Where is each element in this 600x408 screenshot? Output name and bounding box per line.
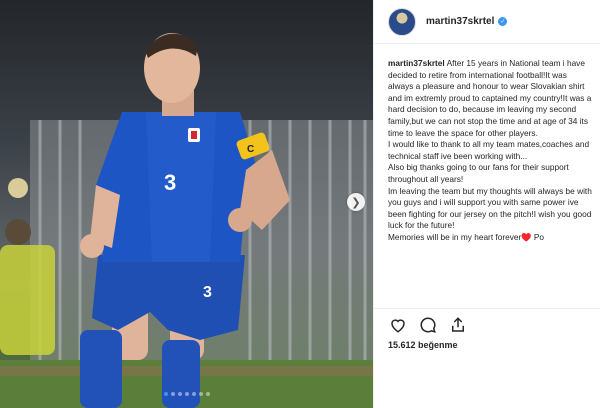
carousel-indicator: [0, 392, 373, 396]
comment-icon[interactable]: [418, 315, 438, 335]
instagram-post: 3 3 C ❯ martin37skrtel ✓ martin37skrtel …: [0, 0, 600, 408]
carousel-dot: [184, 392, 189, 396]
carousel-dot: [177, 392, 182, 396]
captain-band-letter: C: [247, 144, 254, 155]
carousel-dot: [198, 392, 203, 396]
chevron-right-icon: ❯: [351, 195, 361, 209]
heart-icon[interactable]: [388, 315, 408, 335]
carousel-dot: [163, 392, 168, 396]
post-header: martin37skrtel ✓: [374, 0, 600, 44]
carousel-next-button[interactable]: ❯: [347, 193, 365, 211]
post-caption: martin37skrtel After 15 years in Nationa…: [388, 58, 594, 306]
caption-paragraph: Im leaving the team but my thoughts will…: [388, 185, 592, 231]
avatar[interactable]: [388, 7, 416, 36]
caption-paragraph: Also big thanks going to our fans for th…: [388, 162, 569, 184]
carousel-dot: [170, 392, 175, 396]
caption-text: After 15 years in National team i have d…: [388, 58, 592, 138]
player-photo-illustration: 3 3 C: [0, 33, 373, 408]
likes-count[interactable]: 15.612 beğenme: [388, 340, 458, 350]
share-icon[interactable]: [448, 315, 468, 335]
caption-paragraph: martin37skrtel After 15 years in Nationa…: [388, 58, 594, 139]
username-link[interactable]: martin37skrtel: [426, 16, 494, 27]
shirt-number: 3: [164, 170, 176, 195]
caption-username[interactable]: martin37skrtel: [388, 58, 445, 68]
post-actions: [388, 315, 468, 335]
post-sidebar: martin37skrtel ✓ martin37skrtel After 15…: [373, 0, 600, 408]
caption-paragraph: I would like to thank to all my team mat…: [388, 139, 590, 161]
post-photo[interactable]: 3 3 C ❯: [0, 0, 373, 408]
verified-badge-icon: ✓: [498, 17, 508, 26]
divider: [374, 308, 600, 309]
caption-paragraph: Memories will be in my heart forever♥️ P…: [388, 231, 545, 242]
carousel-dot: [205, 392, 210, 396]
carousel-dot: [191, 392, 196, 396]
shorts-number: 3: [203, 284, 212, 301]
